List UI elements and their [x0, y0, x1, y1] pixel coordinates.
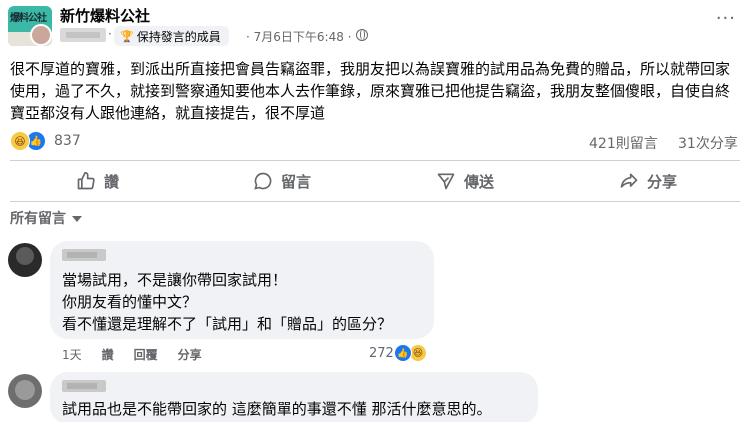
post-stats-bar: 😆 👍 837 421則留言 31次分享 — [0, 130, 750, 154]
comment-reaction-icons[interactable]: 👍 😆 — [394, 344, 434, 364]
more-options-button[interactable]: ··· — [716, 8, 736, 29]
author-name-redacted[interactable] — [60, 28, 106, 42]
share-button[interactable]: 分享 — [619, 167, 677, 195]
globe-icon — [356, 29, 368, 41]
post-timestamp[interactable]: · 7月6日下午6:48 · — [246, 28, 351, 45]
comment-line: 你朋友看的懂中文？ — [62, 293, 198, 311]
reaction-count[interactable]: 837 — [54, 133, 81, 149]
trophy-icon: 🏆 — [120, 29, 134, 43]
send-button[interactable]: 傳送 — [436, 167, 494, 195]
comment-bubble-icon — [254, 172, 272, 190]
share-arrow-icon — [620, 173, 638, 188]
comment-line: 當場試用，不是讓你帶回家試用！ — [62, 271, 288, 289]
thumbs-up-icon — [77, 171, 95, 190]
comment-button[interactable]: 留言 — [253, 167, 311, 195]
badge-label: 保持發言的成員 — [136, 29, 221, 44]
reaction-icons[interactable]: 😆 👍 — [10, 131, 50, 151]
commenter-avatar[interactable] — [8, 243, 42, 277]
like-label: 讚 — [104, 172, 120, 191]
comment-like-button[interactable]: 讚 — [102, 346, 114, 363]
comment-bubble: 試用品也是不能帶回家的 這麼簡單的事還不懂 那活什麼意思的。 — [50, 372, 538, 422]
share-count[interactable]: 31次分享 — [678, 133, 738, 153]
author-separator: · — [108, 27, 112, 41]
comment-share-button[interactable]: 分享 — [178, 346, 202, 363]
send-label: 傳送 — [464, 172, 495, 191]
comment-time[interactable]: 1天 — [62, 346, 82, 363]
post-body: 很不厚道的寶雅，到派出所直接把會員告竊盜罪，我朋友把以為誤寶雅的試用品為免費的贈… — [10, 60, 731, 122]
comment-label: 留言 — [281, 172, 312, 191]
commenter-name-redacted[interactable] — [62, 249, 106, 261]
comment-count[interactable]: 421則留言 — [589, 133, 658, 153]
comment-line: 試用品也是不能帶回家的 這麼簡單的事還不懂 那活什麼意思的。 — [62, 400, 492, 418]
commenter-name-redacted[interactable] — [62, 380, 106, 392]
comment-line: 看不懂還是理解不了「試用」和「贈品」的區分？ — [62, 315, 393, 333]
group-name[interactable]: 新竹爆料公社 — [60, 5, 150, 26]
comments-filter-dropdown[interactable]: 所有留言 — [10, 208, 82, 228]
comments-filter-label: 所有留言 — [10, 211, 66, 227]
send-icon — [437, 173, 455, 190]
caret-down-icon — [72, 216, 82, 222]
comment-text: 試用品也是不能帶回家的 這麼簡單的事還不懂 那活什麼意思的。 — [62, 398, 492, 420]
like-icon: 👍 — [394, 344, 412, 362]
member-badge[interactable]: 🏆 保持發言的成員 — [114, 26, 229, 46]
divider — [10, 201, 740, 202]
comment-actions: 1天 讚 回覆 分享 — [62, 346, 222, 363]
group-logo-text: 爆料公社 — [10, 13, 47, 24]
post-action-bar: 讚 留言 傳送 分享 — [0, 162, 750, 200]
comment-bubble: 當場試用，不是讓你帶回家試用！ 你朋友看的懂中文？ 看不懂還是理解不了「試用」和… — [50, 241, 434, 339]
post-header: 爆料公社 新竹爆料公社 · 🏆 保持發言的成員 · 7月6日下午6:48 · ·… — [0, 0, 750, 50]
like-button[interactable]: 讚 — [76, 167, 119, 195]
comment-reply-button[interactable]: 回覆 — [134, 346, 158, 363]
share-label: 分享 — [647, 172, 678, 191]
author-avatar[interactable] — [30, 24, 52, 46]
comment-text: 當場試用，不是讓你帶回家試用！ 你朋友看的懂中文？ 看不懂還是理解不了「試用」和… — [62, 269, 392, 335]
commenter-avatar[interactable] — [8, 374, 42, 408]
comment-reaction-count[interactable]: 272 — [369, 346, 394, 361]
haha-icon: 😆 — [10, 131, 30, 151]
divider — [10, 160, 740, 161]
